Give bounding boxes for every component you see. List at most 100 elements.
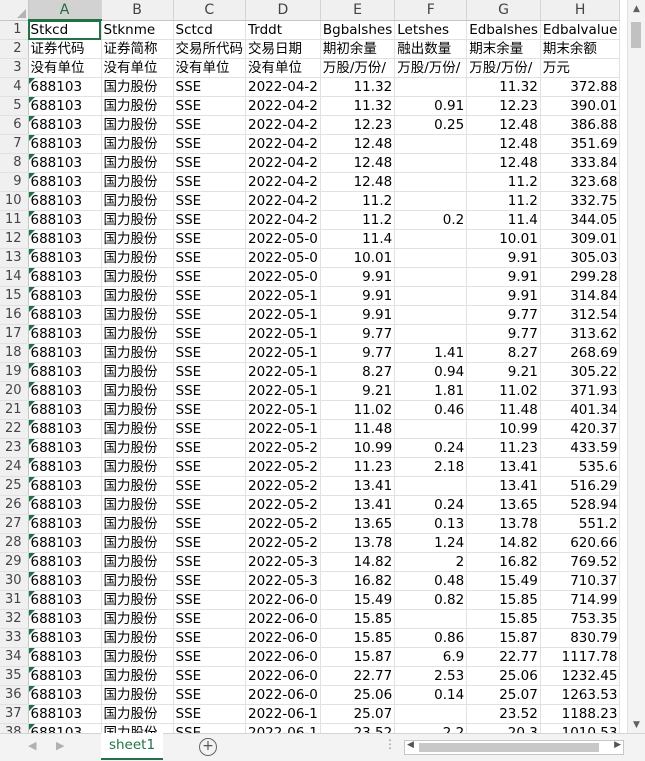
add-sheet-plus-icon[interactable]: + (199, 738, 217, 756)
cell-a37[interactable]: 688103 (28, 704, 102, 724)
cell-a9[interactable]: 688103 (28, 172, 102, 192)
cell-a20[interactable]: 688103 (28, 381, 102, 401)
cell-c3[interactable]: 没有单位 (173, 58, 246, 78)
cell-f17[interactable] (394, 324, 468, 344)
cell-a11[interactable]: 688103 (28, 210, 102, 230)
cell-f9[interactable] (394, 172, 468, 192)
cell-f14[interactable] (394, 267, 468, 287)
cell-e9[interactable]: 12.48 (320, 172, 396, 192)
row-header[interactable]: 19 (0, 362, 29, 382)
cell-d37[interactable]: 2022-06-1 (245, 704, 321, 724)
cell-h29[interactable]: 769.52 (540, 552, 621, 572)
cell-e8[interactable]: 12.48 (320, 153, 396, 173)
cell-g8[interactable]: 12.48 (466, 153, 541, 173)
cell-g23[interactable]: 11.23 (466, 438, 541, 458)
row-header[interactable]: 18 (0, 343, 29, 363)
horizontal-scrollbar[interactable]: ◀ ▶ (404, 740, 624, 755)
cell-f8[interactable] (394, 153, 468, 173)
cell-b19[interactable]: 国力股份 (101, 362, 174, 382)
cell-h3[interactable]: 万元 (540, 58, 621, 78)
cell-h33[interactable]: 830.79 (540, 628, 621, 648)
cell-a13[interactable]: 688103 (28, 248, 102, 268)
cell-c32[interactable]: SSE (173, 609, 246, 629)
cell-h9[interactable]: 323.68 (540, 172, 621, 192)
cell-a28[interactable]: 688103 (28, 533, 102, 553)
cell-c25[interactable]: SSE (173, 476, 246, 496)
cell-e14[interactable]: 9.91 (320, 267, 396, 287)
cell-f5[interactable]: 0.91 (394, 96, 468, 116)
cell-h20[interactable]: 371.93 (540, 381, 621, 401)
column-header-c[interactable]: C (173, 0, 246, 21)
cell-c30[interactable]: SSE (173, 571, 246, 591)
cell-f12[interactable] (394, 229, 468, 249)
cell-g7[interactable]: 12.48 (466, 134, 541, 154)
cell-h13[interactable]: 305.03 (540, 248, 621, 268)
cell-d12[interactable]: 2022-05-0 (245, 229, 321, 249)
cell-a19[interactable]: 688103 (28, 362, 102, 382)
cell-f35[interactable]: 2.53 (394, 666, 468, 686)
cell-f27[interactable]: 0.13 (394, 514, 468, 534)
cell-f18[interactable]: 1.41 (394, 343, 468, 363)
cell-c8[interactable]: SSE (173, 153, 246, 173)
cell-d34[interactable]: 2022-06-0 (245, 647, 321, 667)
cell-h17[interactable]: 313.62 (540, 324, 621, 344)
row-header[interactable]: 7 (0, 134, 29, 154)
cell-e7[interactable]: 12.48 (320, 134, 396, 154)
cell-d14[interactable]: 2022-05-0 (245, 267, 321, 287)
tab-splitter-handle-icon[interactable]: ⋮ (384, 737, 396, 751)
cell-b4[interactable]: 国力股份 (101, 77, 174, 97)
cell-c20[interactable]: SSE (173, 381, 246, 401)
cell-b26[interactable]: 国力股份 (101, 495, 174, 515)
cell-f29[interactable]: 2 (394, 552, 468, 572)
row-header[interactable]: 21 (0, 400, 29, 420)
cell-b12[interactable]: 国力股份 (101, 229, 174, 249)
cell-b25[interactable]: 国力股份 (101, 476, 174, 496)
cell-h32[interactable]: 753.35 (540, 609, 621, 629)
cell-f37[interactable] (394, 704, 468, 724)
cell-e11[interactable]: 11.2 (320, 210, 396, 230)
cell-c23[interactable]: SSE (173, 438, 246, 458)
cell-a3[interactable]: 没有单位 (28, 58, 102, 78)
cell-h6[interactable]: 386.88 (540, 115, 621, 135)
cell-c5[interactable]: SSE (173, 96, 246, 116)
cell-c36[interactable]: SSE (173, 685, 246, 705)
cell-d30[interactable]: 2022-05-3 (245, 571, 321, 591)
cell-b33[interactable]: 国力股份 (101, 628, 174, 648)
cell-a25[interactable]: 688103 (28, 476, 102, 496)
cell-c19[interactable]: SSE (173, 362, 246, 382)
cell-b23[interactable]: 国力股份 (101, 438, 174, 458)
cell-a18[interactable]: 688103 (28, 343, 102, 363)
cell-g20[interactable]: 11.02 (466, 381, 541, 401)
vertical-scrollbar[interactable]: ▲ ▼ (627, 0, 645, 733)
row-header[interactable]: 26 (0, 495, 29, 515)
cell-g12[interactable]: 10.01 (466, 229, 541, 249)
vertical-scroll-thumb[interactable] (631, 22, 641, 48)
cell-b37[interactable]: 国力股份 (101, 704, 174, 724)
cell-c37[interactable]: SSE (173, 704, 246, 724)
cell-g2[interactable]: 期末余量 (466, 39, 541, 59)
cell-d31[interactable]: 2022-06-0 (245, 590, 321, 610)
cell-d9[interactable]: 2022-04-2 (245, 172, 321, 192)
cell-a15[interactable]: 688103 (28, 286, 102, 306)
cell-h22[interactable]: 420.37 (540, 419, 621, 439)
cell-e17[interactable]: 9.77 (320, 324, 396, 344)
cell-e23[interactable]: 10.99 (320, 438, 396, 458)
cell-a2[interactable]: 证券代码 (28, 39, 102, 59)
cell-e28[interactable]: 13.78 (320, 533, 396, 553)
cell-c9[interactable]: SSE (173, 172, 246, 192)
cell-g1[interactable]: Edbalshes (466, 20, 541, 40)
cell-g9[interactable]: 11.2 (466, 172, 541, 192)
cell-f31[interactable]: 0.82 (394, 590, 468, 610)
cell-d23[interactable]: 2022-05-2 (245, 438, 321, 458)
spreadsheet-grid[interactable]: A B C D E F G H 1 Stkcd Stknme Sctcd Trddt Bgbalshes L… (0, 0, 621, 743)
cell-g22[interactable]: 10.99 (466, 419, 541, 439)
row-header[interactable]: 10 (0, 191, 29, 211)
cell-d7[interactable]: 2022-04-2 (245, 134, 321, 154)
cell-f26[interactable]: 0.24 (394, 495, 468, 515)
cell-b13[interactable]: 国力股份 (101, 248, 174, 268)
row-header[interactable]: 25 (0, 476, 29, 496)
row-header[interactable]: 20 (0, 381, 29, 401)
row-header[interactable]: 29 (0, 552, 29, 572)
cell-h5[interactable]: 390.01 (540, 96, 621, 116)
cell-f15[interactable] (394, 286, 468, 306)
